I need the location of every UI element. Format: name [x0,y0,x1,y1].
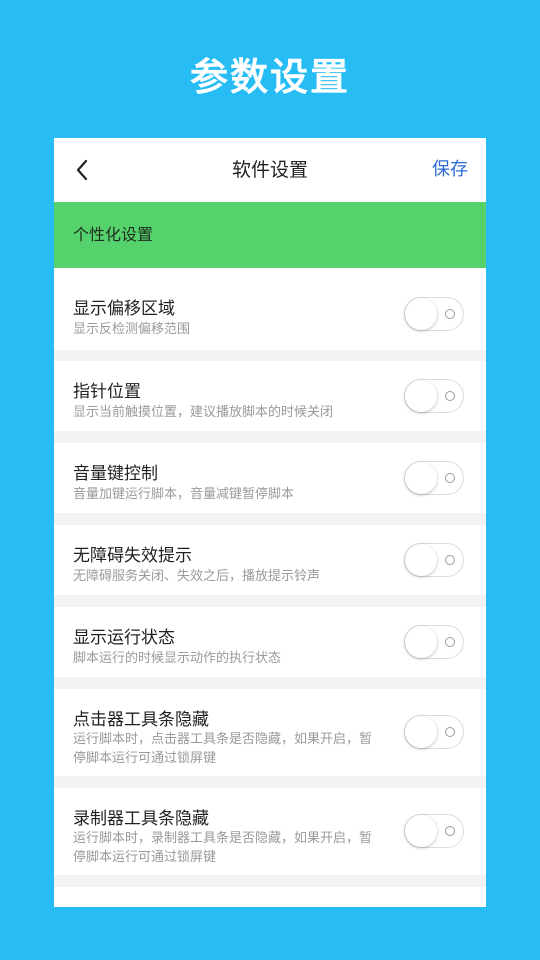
toggle-off-indicator-icon [445,555,455,565]
setting-title: 显示运行状态 [73,628,175,648]
toggle-knob [405,380,437,412]
setting-row-hide-recorder-toolbar: 录制器工具条隐藏 运行脚本时，录制器工具条是否隐藏，如果开启，暂停脚本运行可通过… [54,788,486,875]
setting-title: 音量键控制 [73,464,158,484]
setting-title: 无障碍失效提示 [73,546,192,566]
setting-row-hide-clicker-toolbar: 点击器工具条隐藏 运行脚本时，点击器工具条是否隐藏，如果开启，暂停脚本运行可通过… [54,689,486,776]
setting-description: 脚本运行的时候显示动作的执行状态 [73,651,282,666]
chevron-left-icon [76,159,88,181]
setting-row-show-run-status: 显示运行状态 脚本运行的时候显示动作的执行状态 [54,607,486,677]
setting-description: 音量加键运行脚本，音量减键暂停脚本 [73,487,295,502]
screen-title: 软件设置 [231,159,308,181]
setting-title: 点击器工具条隐藏 [73,710,209,730]
toggle-knob [405,626,437,658]
save-button[interactable]: 保存 [432,138,468,202]
toggle-off-indicator-icon [445,637,455,647]
toggle-knob [405,544,437,576]
toggle-switch[interactable] [404,625,464,659]
toggle-switch[interactable] [404,379,464,413]
toggle-switch[interactable] [404,715,464,749]
toggle-off-indicator-icon [445,727,455,737]
toggle-knob [405,298,437,330]
toggle-off-indicator-icon [445,309,455,319]
back-button[interactable] [68,156,96,184]
setting-description: 运行脚本时，录制器工具条是否隐藏，如果开启，暂停脚本运行可通过锁屏键 [73,831,373,865]
setting-row-accessibility-failure-alert: 无障碍失效提示 无障碍服务关闭、失效之后，播放提示铃声 [54,525,486,595]
setting-row-volume-key-control: 音量键控制 音量加键运行脚本，音量减键暂停脚本 [54,443,486,513]
settings-card: 软件设置 保存 个性化设置 显示偏移区域 显示反检测偏移范围 指针位置 显示当前… [54,138,486,907]
toggle-off-indicator-icon [445,826,455,836]
toggle-switch[interactable] [404,297,464,331]
toggle-knob [405,462,437,494]
toggle-switch[interactable] [404,461,464,495]
top-bar: 软件设置 保存 [54,138,486,202]
setting-description: 无障碍服务关闭、失效之后，播放提示铃声 [73,569,321,584]
setting-row-pointer-location: 指针位置 显示当前触摸位置，建议播放脚本的时候关闭 [54,361,486,431]
setting-description: 显示当前触摸位置，建议播放脚本的时候关闭 [73,405,334,420]
toggle-off-indicator-icon [445,391,455,401]
toggle-knob [405,815,437,847]
setting-title: 指针位置 [73,382,141,402]
setting-title: 录制器工具条隐藏 [73,809,209,829]
settings-list: 显示偏移区域 显示反检测偏移范围 指针位置 显示当前触摸位置，建议播放脚本的时候… [54,268,486,907]
setting-row-partial [54,887,486,907]
setting-row-show-offset-area: 显示偏移区域 显示反检测偏移范围 [54,268,486,350]
setting-description: 显示反检测偏移范围 [73,322,191,337]
setting-title: 显示偏移区域 [73,299,175,319]
section-header-personalization: 个性化设置 [54,202,486,268]
toggle-switch[interactable] [404,814,464,848]
toggle-knob [405,716,437,748]
toggle-switch[interactable] [404,543,464,577]
toggle-off-indicator-icon [445,473,455,483]
page-title: 参数设置 [189,55,350,99]
setting-description: 运行脚本时，点击器工具条是否隐藏，如果开启，暂停脚本运行可通过锁屏键 [73,732,373,766]
